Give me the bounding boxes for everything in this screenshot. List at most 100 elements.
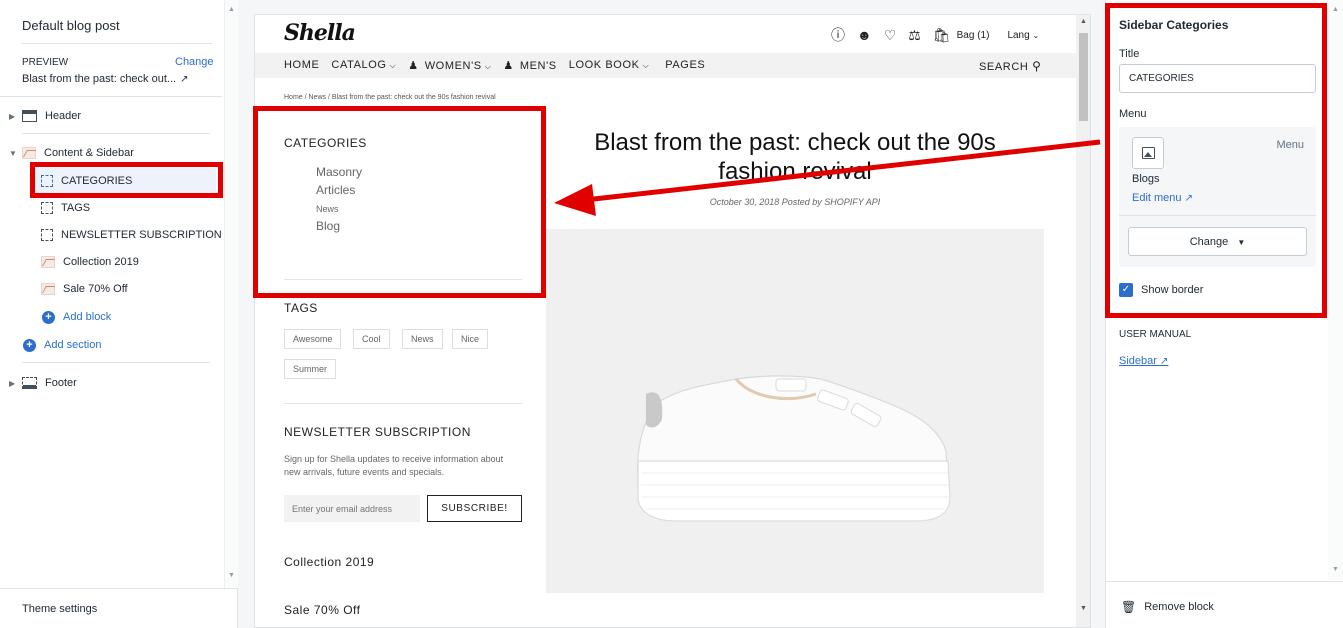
tag-item[interactable]: News	[402, 329, 443, 349]
newsletter-heading: NEWSLETTER SUBSCRIPTION	[284, 425, 471, 439]
theme-settings-link[interactable]: Theme settings	[22, 603, 97, 615]
annotation-box-tree	[30, 162, 223, 198]
tag-item[interactable]: Cool	[353, 329, 390, 349]
chevron-down-icon: ⌄	[1032, 30, 1040, 40]
tag-item[interactable]: Summer	[284, 359, 337, 379]
nav-womens[interactable]: ♟ WOMEN'S ⌵	[408, 59, 491, 72]
section-footer-label: Footer	[45, 377, 77, 389]
preview-value-text: Blast from the past: check out...	[22, 73, 177, 85]
store-header-icons: ⓘ ☻ ♡ ⚖ 🛍︎ Bag (1) Lang ⌄	[831, 25, 1039, 45]
nav-home[interactable]: HOME	[284, 59, 319, 72]
collection-heading: Collection 2019	[284, 555, 375, 569]
tag-item[interactable]: Awesome	[284, 329, 342, 349]
scroll-up-icon[interactable]: ▲	[1332, 6, 1339, 13]
nav-catalog-label: CATALOG	[331, 59, 387, 71]
caret-right-icon[interactable]: ▶	[9, 112, 17, 121]
help-icon[interactable]: ⓘ	[831, 25, 845, 45]
post-image	[546, 229, 1044, 593]
language-selector[interactable]: Lang ⌄	[1007, 30, 1039, 41]
block-sale[interactable]: Sale 70% Off	[41, 278, 128, 300]
scroll-up-icon[interactable]: ▲	[1080, 18, 1087, 25]
remove-block-button[interactable]: 🗑︎ Remove block	[1121, 600, 1214, 614]
external-link-icon: ↗	[180, 74, 189, 85]
page-title: Default blog post	[22, 18, 120, 33]
block-newsletter[interactable]: NEWSLETTER SUBSCRIPTION	[41, 224, 222, 246]
block-icon	[41, 229, 53, 241]
image-icon	[22, 147, 36, 159]
annotation-box-preview	[253, 106, 546, 298]
block-label: NEWSLETTER SUBSCRIPTION	[61, 229, 222, 241]
nav-womens-label: WOMEN'S	[424, 60, 482, 72]
scroll-down-icon[interactable]: ▼	[228, 572, 235, 579]
bag-label[interactable]: Bag (1)	[957, 30, 990, 41]
nav-lookbook-label: LOOK BOOK	[568, 59, 640, 71]
tag-item[interactable]: Nice	[452, 329, 489, 349]
search-icon: ⚲	[1032, 59, 1042, 73]
account-icon[interactable]: ☻	[857, 27, 872, 43]
sidebar-manual-link[interactable]: Sidebar ↗	[1119, 355, 1168, 367]
footer-icon	[22, 377, 37, 389]
add-section-label: Add section	[44, 339, 102, 351]
add-block-label: Add block	[63, 311, 112, 323]
image-icon	[41, 256, 55, 268]
image-icon	[41, 283, 55, 295]
divider	[22, 43, 212, 44]
sale-heading: Sale 70% Off	[284, 603, 361, 617]
bag-icon[interactable]: 🛍︎	[933, 27, 951, 44]
annotation-arrow	[554, 139, 1101, 216]
right-scrollbar[interactable]: ▲ ▼	[1328, 0, 1343, 580]
subscribe-button[interactable]: SUBSCRIBE!	[427, 495, 522, 522]
external-link-icon: ↗	[1159, 356, 1169, 367]
newsletter-description: Sign up for Shella updates to receive in…	[284, 454, 504, 477]
block-label: TAGS	[61, 202, 91, 214]
preview-scrollbar-thumb[interactable]	[1079, 33, 1088, 121]
compare-icon[interactable]: ⚖	[908, 27, 921, 44]
left-sidebar: Default blog post PREVIEW Change Blast f…	[0, 0, 238, 628]
search-label: SEARCH	[979, 61, 1029, 73]
store-search[interactable]: SEARCH ⚲	[979, 59, 1042, 73]
add-block-button[interactable]: + Add block	[42, 306, 111, 328]
block-tags[interactable]: TAGS	[41, 197, 90, 219]
newsletter-email-input[interactable]	[284, 495, 420, 522]
header-icon	[22, 110, 37, 122]
add-section-button[interactable]: + Add section	[23, 334, 101, 356]
section-header[interactable]: ▶ Header	[0, 105, 81, 127]
section-header-label: Header	[45, 110, 82, 122]
caret-down-icon[interactable]: ▼	[9, 149, 17, 158]
tag-list: Awesome Cool News Nice Summer	[255, 329, 555, 389]
woman-icon: ♟	[408, 60, 419, 72]
trash-icon: 🗑︎	[1121, 600, 1137, 614]
caret-right-icon[interactable]: ▶	[9, 379, 17, 388]
scroll-down-icon[interactable]: ▼	[1080, 605, 1087, 612]
divider	[22, 133, 210, 134]
remove-block-label: Remove block	[1144, 601, 1214, 613]
sneaker-image	[546, 229, 1044, 593]
wishlist-icon[interactable]: ♡	[884, 27, 897, 44]
store-nav-items: HOME CATALOG ⌵ ♟ WOMEN'S ⌵ ♟ MEN'S LOOK BOOK…	[284, 59, 705, 72]
scroll-up-icon[interactable]: ▲	[228, 6, 235, 13]
annotation-box-settings	[1105, 3, 1327, 318]
change-preview-link[interactable]: Change	[175, 56, 214, 68]
tags-heading: TAGS	[284, 301, 318, 315]
nav-pages[interactable]: PAGES	[665, 59, 705, 72]
nav-mens-label: MEN'S	[519, 60, 557, 72]
chevron-down-icon: ⌵	[642, 61, 650, 70]
section-footer[interactable]: ▶ Footer	[0, 372, 77, 394]
scroll-down-icon[interactable]: ▼	[1332, 566, 1339, 573]
nav-mens[interactable]: ♟ MEN'S	[503, 59, 556, 72]
left-scrollbar[interactable]: ▲ ▼	[224, 0, 238, 588]
preview-label: PREVIEW	[22, 57, 69, 68]
nav-catalog[interactable]: CATALOG ⌵	[331, 59, 396, 72]
block-label: Collection 2019	[63, 256, 139, 268]
plus-circle-icon: +	[42, 310, 55, 324]
block-collection[interactable]: Collection 2019	[41, 251, 139, 273]
section-content-sidebar[interactable]: ▼ Content & Sidebar	[0, 142, 134, 164]
preview-scrollbar[interactable]: ▲ ▼	[1076, 15, 1090, 627]
nav-lookbook[interactable]: LOOK BOOK ⌵	[569, 59, 649, 72]
breadcrumb: Home / News / Blast from the past: check…	[284, 94, 496, 101]
language-label: Lang	[1007, 29, 1030, 41]
store-nav: HOME CATALOG ⌵ ♟ WOMEN'S ⌵ ♟ MEN'S LOOK BOOK…	[255, 53, 1077, 78]
store-logo[interactable]: Shella	[284, 20, 356, 46]
preview-value[interactable]: Blast from the past: check out... ↗	[22, 73, 188, 85]
theme-editor: Default blog post PREVIEW Change Blast f…	[0, 0, 1343, 628]
